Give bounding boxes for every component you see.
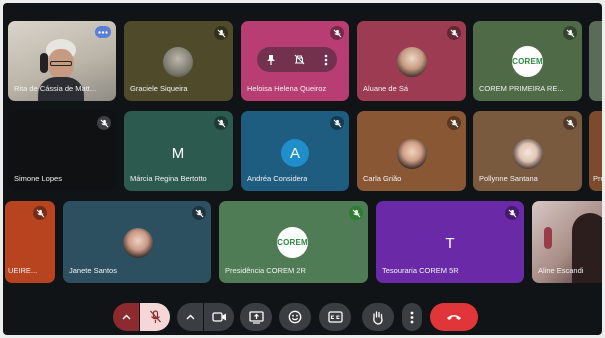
participant-name: Heloisa Helena Queiroz bbox=[247, 84, 327, 93]
participant-tile[interactable]: M Márcia Regina Bertotto bbox=[124, 111, 233, 191]
mic-off-icon bbox=[214, 116, 228, 130]
participant-name: COREM PRIMEIRA RE... bbox=[479, 84, 564, 93]
emoji-icon bbox=[288, 310, 302, 324]
participant-name: Rita de Cássia de Matt... bbox=[14, 84, 97, 93]
mic-off-icon bbox=[447, 26, 461, 40]
participant-tile[interactable]: Rita de Cássia de Matt... bbox=[8, 21, 116, 101]
mic-off-icon bbox=[563, 116, 577, 130]
avatar-letter: M bbox=[164, 139, 192, 167]
mic-off-icon bbox=[214, 26, 228, 40]
present-screen-icon bbox=[248, 310, 264, 324]
participant-tile[interactable]: Simone Lopes bbox=[8, 111, 116, 191]
avatar bbox=[123, 228, 153, 258]
mic-speaking-icon bbox=[349, 206, 363, 220]
mic-off-icon bbox=[97, 116, 111, 130]
more-options-icon[interactable] bbox=[95, 26, 111, 38]
captions-icon bbox=[327, 311, 343, 323]
participant-tile[interactable]: Janete Santos bbox=[63, 201, 211, 283]
more-vert-icon[interactable] bbox=[324, 54, 328, 66]
raise-hand-button[interactable] bbox=[362, 303, 394, 331]
participant-tile-partial[interactable]: Pre bbox=[589, 111, 602, 191]
participant-tile[interactable]: COREM COREM PRIMEIRA RE... bbox=[473, 21, 582, 101]
mic-toggle-button[interactable] bbox=[140, 303, 170, 331]
mic-off-icon bbox=[149, 310, 161, 323]
mic-off-icon bbox=[447, 116, 461, 130]
chevron-up-icon bbox=[186, 314, 194, 320]
participant-tile-partial[interactable] bbox=[589, 21, 602, 101]
avatar bbox=[513, 139, 543, 169]
participant-name: Janete Santos bbox=[69, 266, 117, 275]
participant-tile[interactable]: Graciele Siqueira bbox=[124, 21, 233, 101]
participant-video bbox=[544, 227, 552, 249]
participant-tile[interactable]: A Andréa Considera bbox=[241, 111, 349, 191]
mic-off-icon bbox=[192, 206, 206, 220]
avatar-letter: A bbox=[281, 139, 309, 167]
corem-logo: COREM bbox=[512, 46, 543, 77]
mic-off-icon bbox=[563, 26, 577, 40]
participant-name: Pollynne Santana bbox=[479, 174, 538, 183]
camera-icon bbox=[211, 312, 226, 322]
participant-name: Aline Escandi bbox=[538, 266, 584, 275]
more-options-button[interactable] bbox=[402, 303, 422, 331]
camera-toggle-button[interactable] bbox=[204, 303, 234, 331]
emoji-reactions-button[interactable] bbox=[279, 303, 311, 331]
participant-tile[interactable]: Pollynne Santana bbox=[473, 111, 582, 191]
mic-off-icon bbox=[330, 26, 344, 40]
participant-name: Andréa Considera bbox=[247, 174, 308, 183]
avatar bbox=[397, 139, 427, 169]
participant-tile[interactable]: T Tesouraria COREM 5R bbox=[376, 201, 524, 283]
avatar bbox=[163, 47, 193, 77]
end-call-icon bbox=[447, 315, 461, 320]
avatar bbox=[397, 47, 427, 77]
mic-options-chevron-button[interactable] bbox=[113, 303, 139, 331]
participant-name: UEIRE... bbox=[8, 266, 38, 275]
participant-name: Tesouraria COREM 5R bbox=[382, 266, 459, 275]
participant-tile[interactable]: Heloisa Helena Queiroz bbox=[241, 21, 349, 101]
captions-button[interactable] bbox=[319, 303, 351, 331]
camera-options-chevron-button[interactable] bbox=[177, 303, 203, 331]
corem-logo: COREM bbox=[277, 227, 308, 258]
mic-off-icon bbox=[33, 206, 47, 220]
participant-name: Aluane de Sá bbox=[363, 84, 409, 93]
chevron-up-icon bbox=[122, 314, 130, 320]
meeting-stage: Rita de Cássia de Matt... Graciele Sique… bbox=[3, 3, 602, 335]
participant-tile-partial[interactable]: UEIRE... bbox=[5, 201, 55, 283]
participant-tile[interactable]: Aline Escandi bbox=[532, 201, 602, 283]
participant-name: Graciele Siqueira bbox=[130, 84, 188, 93]
mute-participant-icon[interactable] bbox=[294, 54, 305, 65]
participant-name: Pre bbox=[593, 174, 602, 183]
avatar-letter: T bbox=[436, 229, 464, 257]
end-call-button[interactable] bbox=[430, 303, 478, 331]
participant-tile[interactable]: Carla Grião bbox=[357, 111, 466, 191]
participant-tile[interactable]: Aluane de Sá bbox=[357, 21, 466, 101]
participant-tile[interactable]: COREM Presidência COREM 2R bbox=[219, 201, 368, 283]
participant-name: Presidência COREM 2R bbox=[225, 266, 306, 275]
participant-name: Carla Grião bbox=[363, 174, 402, 183]
mic-off-icon bbox=[330, 116, 344, 130]
present-screen-button[interactable] bbox=[240, 303, 272, 331]
participant-name: Márcia Regina Bertotto bbox=[130, 174, 207, 183]
more-vert-icon bbox=[410, 311, 414, 323]
mic-off-icon bbox=[505, 206, 519, 220]
participant-name: Simone Lopes bbox=[14, 174, 62, 183]
pin-icon[interactable] bbox=[266, 54, 276, 66]
tile-hover-actions bbox=[257, 47, 337, 72]
raise-hand-icon bbox=[373, 310, 383, 325]
